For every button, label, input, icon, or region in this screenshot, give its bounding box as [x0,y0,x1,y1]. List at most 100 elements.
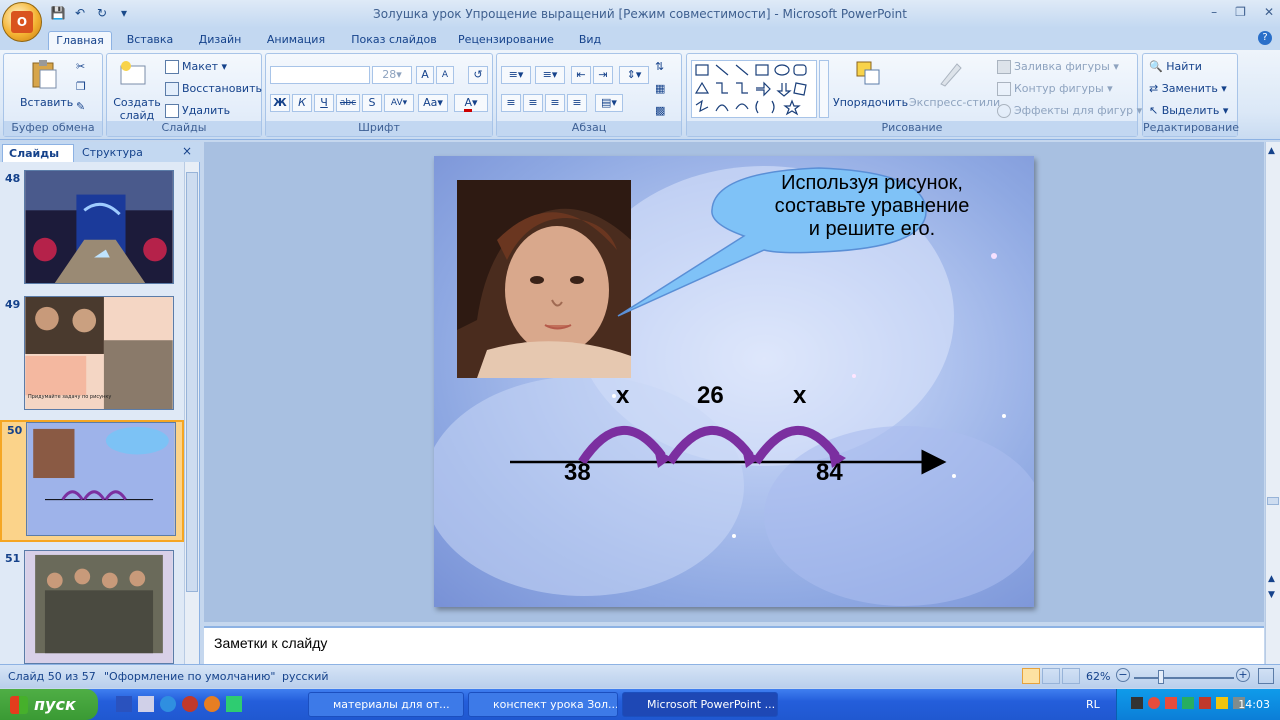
line-spacing-icon[interactable]: ⇕▾ [619,66,649,84]
decrease-indent-icon[interactable]: ⇤ [571,66,591,84]
office-button[interactable]: O [2,2,42,42]
select-button[interactable]: ↖ Выделить ▾ [1149,104,1228,117]
paste-button[interactable]: Вставить [20,96,73,109]
scroll-up-icon[interactable]: ▲ [1268,146,1275,156]
strikethrough-icon[interactable]: abc [336,94,360,112]
arrange-icon[interactable] [853,58,885,90]
sorter-view-icon[interactable] [1042,668,1060,684]
antivirus-icon[interactable] [1148,697,1160,709]
change-case-icon[interactable]: Aa▾ [418,94,448,112]
smartart-icon[interactable]: ▩ [655,104,665,117]
normal-view-icon[interactable] [1022,668,1040,684]
font-size-combobox[interactable]: 28▾ [372,66,412,84]
delete-button[interactable]: Удалить [165,104,230,118]
zoom-out-icon[interactable]: − [1116,668,1130,682]
bold-icon[interactable]: Ж [270,94,290,112]
find-button[interactable]: 🔍 Найти [1149,60,1202,73]
align-right-icon[interactable]: ≡ [545,94,565,112]
grow-font-icon[interactable]: A [416,66,434,84]
green-app-icon[interactable] [226,696,242,712]
shrink-font-icon[interactable]: A [436,66,454,84]
firefox-icon[interactable] [204,696,220,712]
pane-close-icon[interactable]: × [182,144,192,158]
tab-outline[interactable]: Структура [76,144,162,162]
next-slide-icon[interactable]: ▼ [1268,590,1275,600]
tab-review[interactable]: Рецензирование [452,31,560,50]
shadow-icon[interactable]: S [362,94,382,112]
ie-icon[interactable] [160,696,176,712]
layout-button[interactable]: Макет ▾ [165,60,227,74]
shape-effects-button[interactable]: Эффекты для фигур ▾ [997,104,1142,118]
new-slide-button[interactable]: Создать слайд [113,96,161,122]
network-icon[interactable] [1131,697,1143,709]
language-indicator[interactable]: русский [282,670,329,683]
paste-icon[interactable] [28,58,60,90]
shape-fill-button[interactable]: Заливка фигуры ▾ [997,60,1119,74]
zoom-level[interactable]: 62% [1086,670,1110,683]
desktop-icon[interactable] [116,696,132,712]
slideshow-view-icon[interactable] [1062,668,1080,684]
align-center-icon[interactable]: ≡ [523,94,543,112]
wifi-icon[interactable] [1182,697,1194,709]
new-slide-icon[interactable] [117,58,149,90]
clear-format-icon[interactable]: ↺ [468,66,488,84]
tab-slides[interactable]: Слайды [2,144,74,162]
restore-icon[interactable]: ❐ [1235,5,1246,19]
char-spacing-icon[interactable]: AV▾ [384,94,414,112]
slide-thumbnail[interactable]: 51 [0,550,184,670]
slide-thumbnail-selected[interactable]: 50 [0,420,184,542]
tab-insert[interactable]: Вставка [120,31,180,50]
align-text-icon[interactable]: ▦ [655,82,665,95]
zoom-in-icon[interactable]: + [1236,668,1250,682]
close-icon[interactable]: ✕ [1264,5,1274,19]
bullets-icon[interactable]: ≡▾ [501,66,531,84]
slide-thumbnail[interactable]: 49 Придумайте задачу по рисунку [0,296,184,416]
volume-icon[interactable] [1216,697,1228,709]
underline-icon[interactable]: Ч [314,94,334,112]
font-name-combobox[interactable] [270,66,370,84]
tab-view[interactable]: Вид [570,31,610,50]
tab-home[interactable]: Главная [48,31,112,50]
zoom-slider[interactable] [1134,677,1234,679]
font-color-icon[interactable]: A▾ [454,94,488,112]
shapes-scroll[interactable] [819,60,829,118]
security-icon[interactable] [1199,697,1211,709]
slides-pane-scrollbar[interactable] [184,162,199,664]
scrollbar-thumb[interactable] [1267,497,1279,505]
slide-thumbnail[interactable]: 48 [0,170,184,290]
tray-app-icon[interactable] [1165,697,1177,709]
theme-name[interactable]: "Оформление по умолчанию" [104,670,275,683]
fit-to-window-icon[interactable] [1258,668,1274,684]
cut-icon[interactable]: ✂ [76,60,85,73]
quick-styles-button[interactable]: Экспресс-стили [909,96,1000,109]
reset-button[interactable]: Восстановить [165,82,262,96]
notes-pane[interactable]: Заметки к слайду [204,626,1264,664]
slide-canvas[interactable]: Используя рисунок, составьте уравнение и… [434,156,1034,607]
start-button[interactable]: пуск [0,689,98,720]
shape-outline-button[interactable]: Контур фигуры ▾ [997,82,1113,96]
text-direction-icon[interactable]: ⇅ [655,60,664,73]
opera-icon[interactable] [182,696,198,712]
align-left-icon[interactable]: ≡ [501,94,521,112]
keyboard-language[interactable]: RL [1086,698,1100,711]
increase-indent-icon[interactable]: ⇥ [593,66,613,84]
taskbar-button-powerpoint[interactable]: Microsoft PowerPoint ... [622,692,778,717]
italic-icon[interactable]: К [292,94,312,112]
save-drive-icon[interactable] [138,696,154,712]
tab-slideshow[interactable]: Показ слайдов [346,31,442,50]
arrange-button[interactable]: Упорядочить [833,96,908,109]
numbering-icon[interactable]: ≡▾ [535,66,565,84]
slide-vertical-scrollbar[interactable]: ▲ ▲ ▼ [1265,142,1280,664]
help-icon[interactable]: ? [1258,31,1272,45]
prev-slide-icon[interactable]: ▲ [1268,574,1275,584]
taskbar-button-word[interactable]: конспект урока Зол... [468,692,618,717]
columns-icon[interactable]: ▤▾ [595,94,623,112]
replace-button[interactable]: ⇄ Заменить ▾ [1149,82,1227,95]
zoom-slider-thumb[interactable] [1158,670,1164,684]
copy-icon[interactable]: ❐ [76,80,86,93]
tab-animation[interactable]: Анимация [258,31,334,50]
shapes-gallery[interactable] [691,60,817,118]
minimize-icon[interactable]: – [1211,5,1217,19]
justify-icon[interactable]: ≡ [567,94,587,112]
tab-design[interactable]: Дизайн [192,31,248,50]
